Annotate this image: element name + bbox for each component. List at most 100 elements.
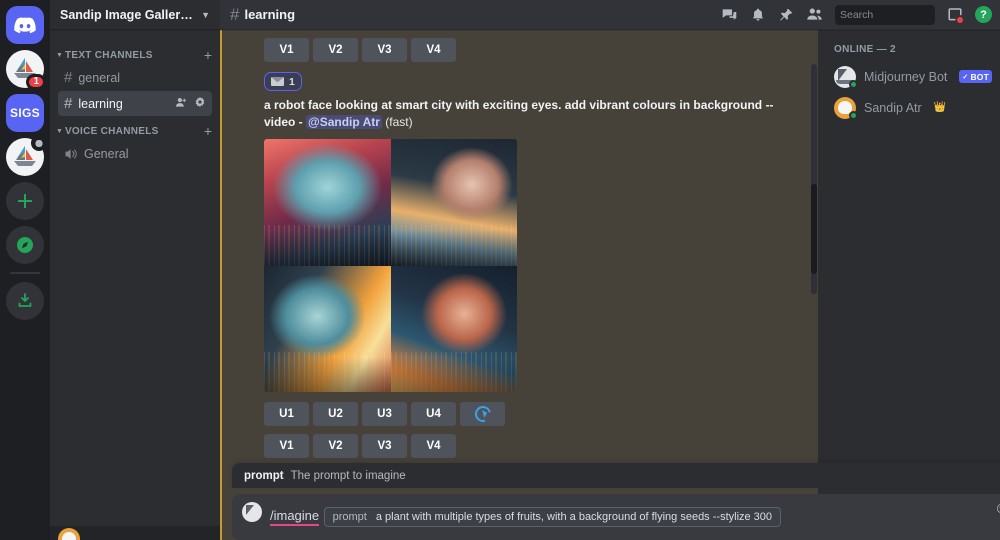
message-composer[interactable]: /imagine prompt a plant with multiple ty…	[232, 494, 1000, 540]
discord-logo-icon	[6, 6, 44, 44]
plus-icon	[6, 182, 44, 220]
threads-icon[interactable]	[721, 6, 738, 23]
grid-image-4[interactable]	[390, 265, 517, 393]
server-rail-item-gallery[interactable]: 1	[6, 50, 46, 90]
refresh-icon	[471, 403, 494, 425]
variation-button-v2[interactable]: V2	[313, 38, 358, 62]
user-panel[interactable]	[50, 526, 220, 540]
command-bot-avatar	[242, 502, 262, 522]
server-initials-label: SIGS	[6, 94, 44, 132]
chevron-down-icon: ▼	[56, 127, 63, 135]
channel-sidebar: Sandip Image Gallery Se... ▼ ▼ Text Chan…	[50, 0, 220, 540]
emoji-picker-icon[interactable]: ☺	[994, 501, 1000, 517]
status-badge-online	[849, 110, 858, 120]
channel-name: General	[84, 146, 129, 161]
slash-command-label[interactable]: /imagine	[270, 508, 320, 526]
grid-image-3[interactable]	[264, 265, 391, 393]
upscale-button-u1[interactable]: U1	[264, 402, 309, 427]
channel-list: ▼ Text Channels + # general # learning	[50, 30, 220, 540]
variation-button-v3[interactable]: V3	[362, 38, 407, 62]
category-label: Text Channels	[64, 49, 153, 61]
speed-mode-label: (fast)	[381, 115, 413, 130]
avatar[interactable]	[58, 528, 80, 540]
discord-window: 1 SIGS Sandip Image Gallery ▼ ▼ TEXT CHA…	[0, 0, 1000, 540]
server-rail-item-sailboat-2[interactable]	[6, 135, 47, 176]
hint-option-name: prompt	[244, 470, 284, 482]
sidebar-item-voice-general[interactable]: General	[58, 141, 212, 166]
command-argument-prompt[interactable]: prompt a plant with multiple types of fr…	[323, 507, 782, 527]
main-content: # learning Search ? V1 V2 V3 V4 1 a robo…	[220, 0, 1000, 540]
status-badge-online	[849, 79, 858, 89]
message-prompt-text: a robot face looking at smart city with …	[264, 93, 804, 133]
avatar[interactable]	[834, 96, 858, 120]
compass-icon	[6, 226, 44, 264]
member-name: Sandip Atr	[864, 100, 922, 115]
member-name: Midjourney Bot	[864, 69, 948, 84]
avatar[interactable]	[834, 65, 858, 89]
envelope-icon	[271, 77, 284, 86]
server-rail-item-sigs[interactable]: SIGS	[6, 94, 44, 132]
bot-badge: ✓ BOT	[959, 70, 992, 83]
variation-button-v4[interactable]: V4	[411, 434, 456, 459]
reaction-envelope-top[interactable]: 1	[264, 72, 302, 91]
upscale-button-u2[interactable]: U2	[313, 402, 358, 427]
download-icon	[6, 282, 44, 320]
guild-name: Sandip Image Gallery Se...	[60, 7, 195, 22]
speaker-icon	[64, 147, 78, 161]
bot-label: BOT	[970, 71, 989, 82]
composer-area: prompt The prompt to imagine /imagine pr…	[220, 463, 1000, 540]
chevron-down-icon: ▼	[56, 51, 63, 59]
grid-image-2[interactable]	[390, 139, 517, 266]
guild-header[interactable]: Sandip Image Gallery Se... ▼	[50, 0, 220, 30]
category-label: Voice Channels	[64, 125, 159, 137]
grid-image-1[interactable]	[264, 139, 391, 266]
variation-button-v2[interactable]: V2	[313, 434, 358, 459]
message-scrollbar[interactable]	[811, 64, 817, 294]
hash-icon: #	[64, 95, 73, 112]
reroll-button[interactable]	[460, 402, 505, 427]
channel-settings-gear-icon[interactable]	[194, 96, 206, 111]
create-voice-channel-button[interactable]: +	[204, 124, 212, 138]
variation-button-v1[interactable]: V1	[264, 434, 309, 459]
upscale-button-u4[interactable]: U4	[411, 402, 456, 427]
sidebar-item-general[interactable]: # general	[58, 65, 212, 90]
inbox-icon[interactable]	[947, 7, 964, 24]
channel-name: learning	[78, 96, 123, 111]
check-icon: ✓	[962, 73, 969, 81]
download-apps-button[interactable]	[6, 282, 44, 320]
mic-muted-icon	[31, 135, 47, 151]
hash-icon: #	[64, 69, 73, 86]
generated-image-grid[interactable]	[264, 139, 517, 393]
argument-value[interactable]: a plant with multiple types of fruits, w…	[376, 511, 772, 523]
user-mention[interactable]: @Sandip Atr	[306, 115, 382, 130]
variation-button-v3[interactable]: V3	[362, 434, 407, 459]
variation-button-v1[interactable]: V1	[264, 38, 309, 62]
channel-name: general	[78, 70, 121, 85]
hint-option-description: The prompt to imagine	[290, 470, 406, 482]
upscale-button-u3[interactable]: U3	[362, 402, 407, 427]
argument-key: prompt	[332, 511, 367, 523]
category-text-channels[interactable]: ▼ Text Channels +	[50, 46, 220, 64]
page-title: learning	[244, 7, 296, 22]
sidebar-item-learning[interactable]: # learning	[58, 91, 212, 116]
explore-servers-button[interactable]	[6, 226, 44, 264]
member-sandip-atr[interactable]: Sandip Atr 👑	[818, 92, 1000, 123]
server-rail: 1 SIGS	[0, 0, 50, 540]
help-icon[interactable]: ?	[975, 6, 992, 23]
scrollbar-thumb[interactable]	[811, 184, 817, 274]
member-list-header: Online — 2	[834, 44, 896, 55]
member-midjourney-bot[interactable]: Midjourney Bot ✓ BOT	[818, 61, 1000, 92]
members-icon[interactable]	[806, 6, 823, 23]
pin-icon[interactable]	[778, 7, 794, 23]
variation-button-row-bottom: V1 V2 V3 V4	[264, 430, 818, 462]
crown-icon: 👑	[933, 102, 947, 113]
variation-button-v4[interactable]: V4	[411, 38, 456, 62]
create-text-channel-button[interactable]: +	[204, 48, 212, 62]
search-box[interactable]	[835, 4, 991, 25]
chevron-down-icon: ▼	[201, 9, 210, 20]
bell-icon[interactable]	[750, 7, 766, 23]
create-invite-icon[interactable]	[175, 96, 188, 112]
add-server-button[interactable]	[6, 182, 44, 220]
server-rail-item-discord-home[interactable]	[6, 6, 44, 44]
category-voice-channels[interactable]: ▼ Voice Channels +	[50, 122, 220, 140]
